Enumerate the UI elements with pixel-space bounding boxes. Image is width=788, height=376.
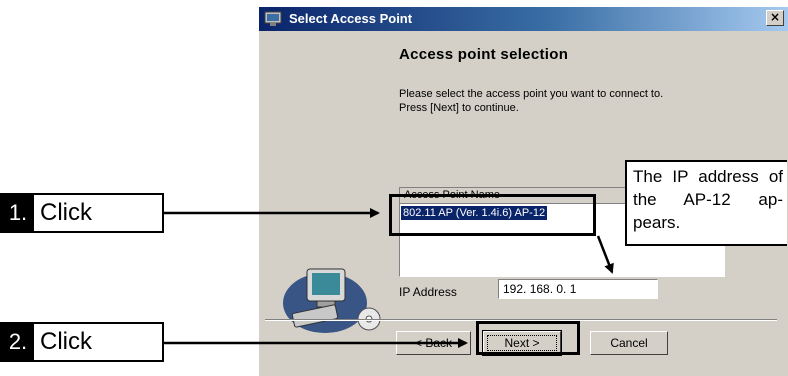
step-2-label: 2. Click <box>0 322 164 362</box>
step-number: 1. <box>2 195 34 231</box>
ip-address-field[interactable]: 192. 168. 0. 1 <box>498 279 658 299</box>
instructions: Please select the access point you want … <box>399 87 663 115</box>
ip-address-label: IP Address <box>399 285 457 299</box>
step-1-label: 1. Click <box>0 193 164 233</box>
step-text: Click <box>40 199 92 226</box>
step-number: 2. <box>2 324 34 360</box>
cancel-button[interactable]: Cancel <box>590 331 668 355</box>
close-icon[interactable]: × <box>766 10 784 26</box>
window-title: Select Access Point <box>289 11 413 26</box>
ip-address-callout: The IP address of the AP-12 ap-pears. <box>625 160 787 246</box>
title-bar[interactable]: Select Access Point × <box>259 7 788 31</box>
instruction-line: Please select the access point you want … <box>399 88 664 100</box>
highlight-access-point-item <box>389 194 596 236</box>
computer-cd-icon <box>283 268 381 333</box>
step-text: Click <box>40 328 92 355</box>
title-app-icon <box>264 11 282 26</box>
instruction-line: Press [Next] to continue. <box>399 102 519 114</box>
back-button[interactable]: < Back <box>396 331 471 355</box>
page-heading: Access point selection <box>399 46 569 63</box>
highlight-next-button <box>476 321 580 355</box>
